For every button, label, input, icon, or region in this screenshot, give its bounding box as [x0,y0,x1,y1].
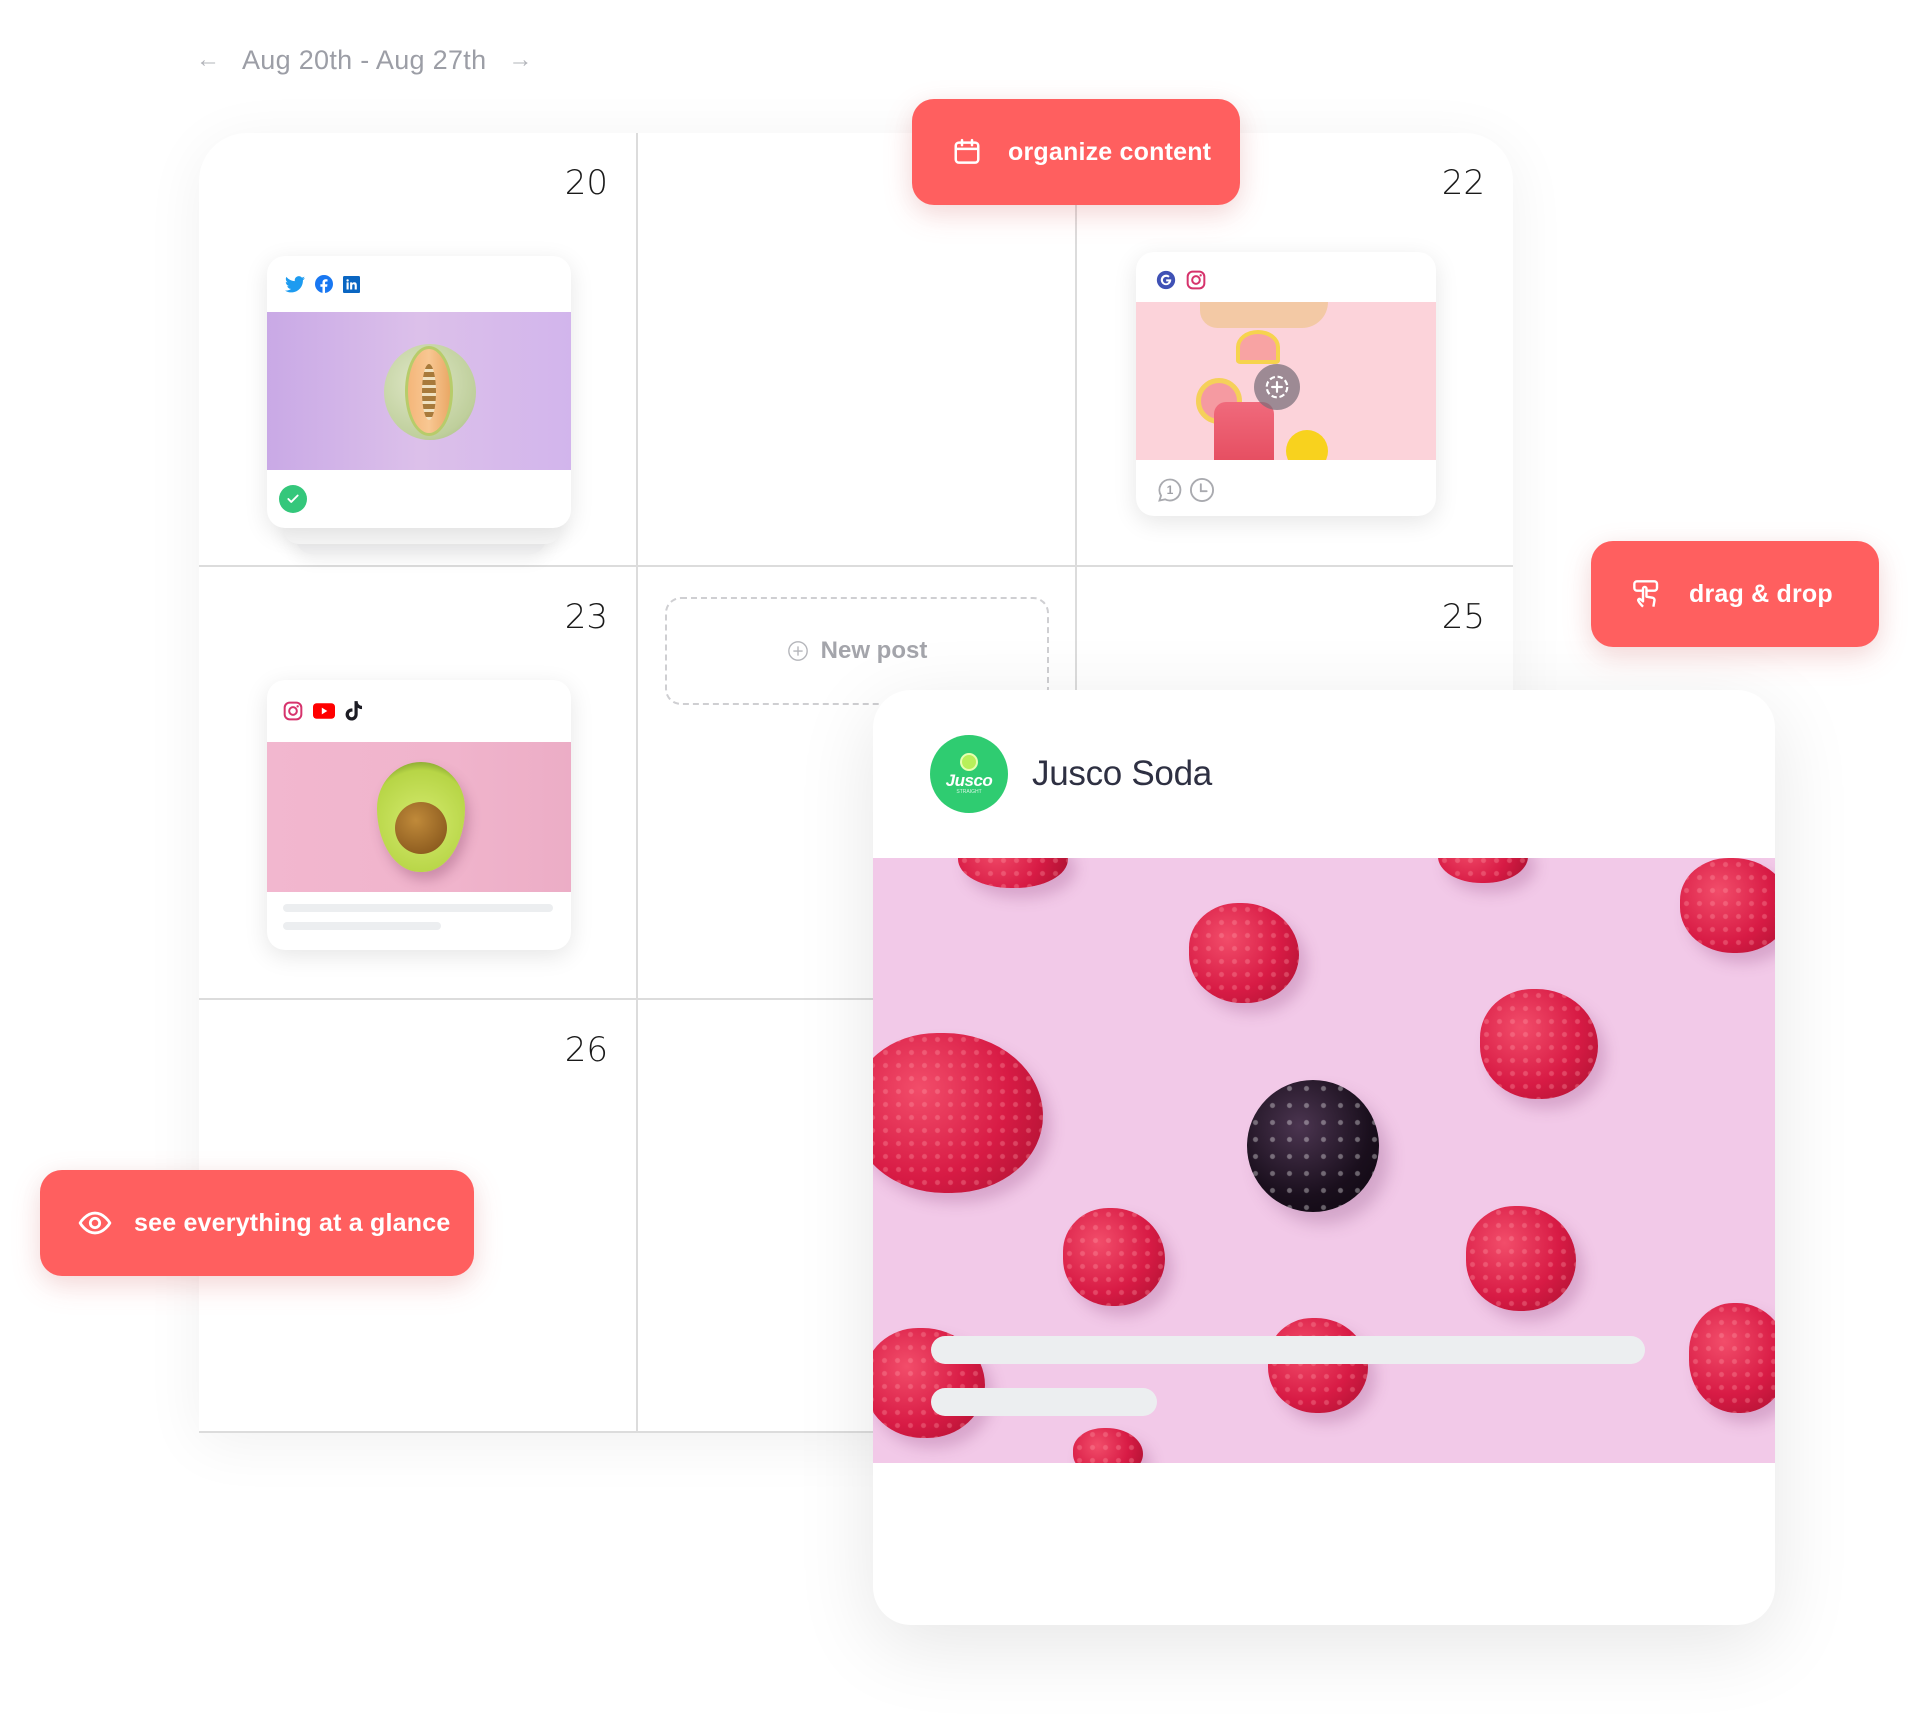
raspberry [1063,1208,1165,1306]
avatar-subtext: STRAIGHT [956,789,982,795]
caption-skeleton-line [931,1336,1645,1364]
eye-icon [78,1206,112,1240]
add-media-icon[interactable] [1254,364,1300,410]
raspberry [1438,858,1528,883]
comment-icon[interactable]: 1 [1156,476,1184,504]
clock-icon[interactable] [1188,476,1216,504]
youtube-icon [313,703,335,719]
instagram-icon [283,701,303,721]
new-post-label: New post [820,637,928,664]
post-image-grapefruit [1136,302,1436,460]
arrow-left-icon[interactable]: ← [196,46,220,74]
organize-content-label: organize content [1008,137,1212,166]
raspberry [958,858,1068,888]
post-card-aug20[interactable] [267,256,571,528]
comment-count: 1 [1166,483,1174,497]
drag-hand-icon [1631,578,1663,610]
check-circle-icon [279,485,307,513]
see-everything-label: see everything at a glance [134,1208,451,1237]
post-footer: 1 [1136,460,1436,516]
new-post-button[interactable]: New post [665,597,1049,705]
day-number: 26 [564,1030,608,1070]
raspberry [1466,1206,1576,1311]
calendar-icon [952,137,982,167]
facebook-icon [315,275,333,293]
twitter-icon [285,275,305,293]
account-name: Jusco Soda [1032,754,1212,793]
post-image-melon [267,312,571,470]
day-number: 25 [1441,597,1485,637]
avatar: Jusco STRAIGHT [930,735,1008,813]
post-footer [267,470,571,528]
day-number: 22 [1441,163,1485,203]
melon-shape [384,344,476,440]
post-image-avocado [267,742,571,892]
lime-logo-icon [960,753,978,771]
raspberry [1680,858,1775,953]
google-business-icon [1156,270,1176,290]
post-preview-card[interactable]: Jusco STRAIGHT Jusco Soda [873,690,1775,1625]
arrow-right-icon[interactable]: → [508,46,532,74]
post-card-aug23[interactable] [267,680,571,950]
plus-circle-icon [787,640,809,662]
drag-and-drop-label: drag & drop [1689,579,1833,608]
day-number: 20 [564,163,608,203]
week-range-label: Aug 20th - Aug 27th [242,44,487,75]
week-navigation: ← Aug 20th - Aug 27th → [196,40,532,80]
raspberry [1689,1303,1775,1413]
instagram-icon [1186,270,1206,290]
post-preview-image [873,858,1775,1463]
raspberry [1268,1318,1368,1413]
raspberry [1480,989,1598,1099]
organize-content-button[interactable]: organize content [912,99,1240,205]
post-preview-header: Jusco STRAIGHT Jusco Soda [873,690,1775,858]
network-icons [267,680,571,742]
drag-and-drop-button[interactable]: drag & drop [1591,541,1879,647]
network-icons [1136,252,1436,302]
network-icons [267,256,571,312]
avatar-wordmark: Jusco [945,771,993,790]
see-everything-button[interactable]: see everything at a glance [40,1170,474,1276]
avocado-shape [377,762,465,872]
tiktok-icon [345,701,363,721]
raspberry [873,1033,1043,1193]
blackberry [1247,1080,1379,1212]
post-card-aug22[interactable]: 1 [1136,252,1436,516]
day-number: 23 [564,597,608,637]
text-skeleton-line [283,922,441,930]
text-skeleton-line [283,904,553,912]
raspberry [1189,903,1299,1003]
linkedin-icon [343,275,360,293]
caption-skeleton-line [931,1388,1157,1416]
hand-shape [1200,302,1328,328]
raspberry [1073,1428,1143,1463]
